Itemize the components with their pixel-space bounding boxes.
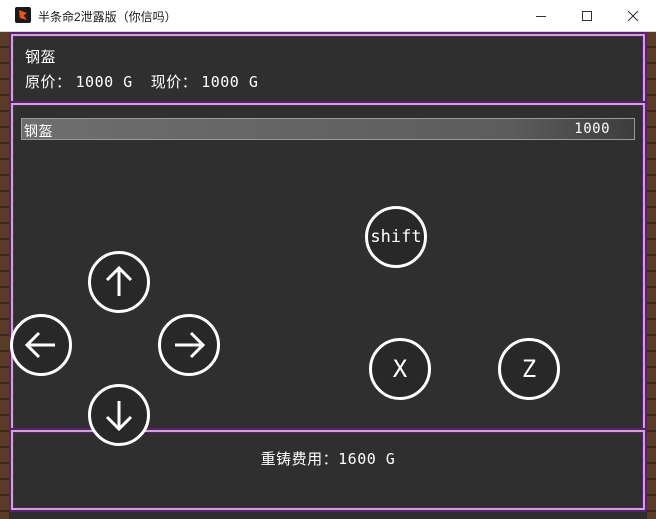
up-button[interactable]: [88, 251, 150, 313]
maximize-button[interactable]: [564, 0, 610, 31]
original-price-value: 1000 G: [75, 73, 133, 91]
recast-cost-value: 1600 G: [338, 450, 396, 468]
price-line: 原价： 1000 G 现价： 1000 G: [25, 71, 262, 92]
minimize-button[interactable]: [518, 0, 564, 31]
current-price-label: 现价：: [150, 73, 198, 91]
recast-cost-label: 重铸费用：: [260, 450, 339, 468]
window-title: 半条命2泄露版（你信吗）: [38, 10, 177, 24]
maximize-icon: [582, 10, 592, 21]
x-label: X: [392, 355, 408, 383]
background-wall-right: [647, 32, 656, 519]
list-item-selected[interactable]: 钢盔 1000: [21, 118, 635, 140]
original-price-label: 原价：: [25, 73, 72, 91]
arrow-up-icon: [105, 265, 133, 296]
z-button[interactable]: Z: [498, 338, 560, 400]
arrow-left-icon: [24, 331, 55, 359]
recast-cost-text: 重铸费用：1600 G: [11, 448, 645, 469]
shift-label: shift: [370, 227, 422, 247]
game-viewport: 钢盔 原价： 1000 G 现价： 1000 G 钢盔 1000 重铸费用：1600 …: [0, 32, 656, 519]
background-wall-left: [0, 32, 9, 519]
right-button[interactable]: [158, 314, 220, 376]
list-item-price: 1000: [574, 121, 610, 137]
item-title: 钢盔: [25, 48, 57, 66]
window-titlebar: 半条命2泄露版（你信吗）: [0, 0, 656, 32]
arrow-right-icon: [175, 331, 206, 359]
item-info-panel: 钢盔 原价： 1000 G 现价： 1000 G: [9, 32, 647, 106]
x-button[interactable]: X: [369, 338, 431, 400]
z-label: Z: [521, 355, 537, 383]
close-icon: [627, 10, 639, 21]
minimize-icon: [536, 15, 546, 17]
app-icon: [15, 7, 31, 23]
shift-button[interactable]: shift: [365, 206, 427, 268]
close-button[interactable]: [610, 0, 656, 31]
down-button[interactable]: [88, 384, 150, 446]
list-item-name: 钢盔: [24, 124, 53, 140]
current-price-value: 1000 G: [201, 73, 259, 91]
arrow-down-icon: [105, 401, 133, 432]
left-button[interactable]: [10, 314, 72, 376]
